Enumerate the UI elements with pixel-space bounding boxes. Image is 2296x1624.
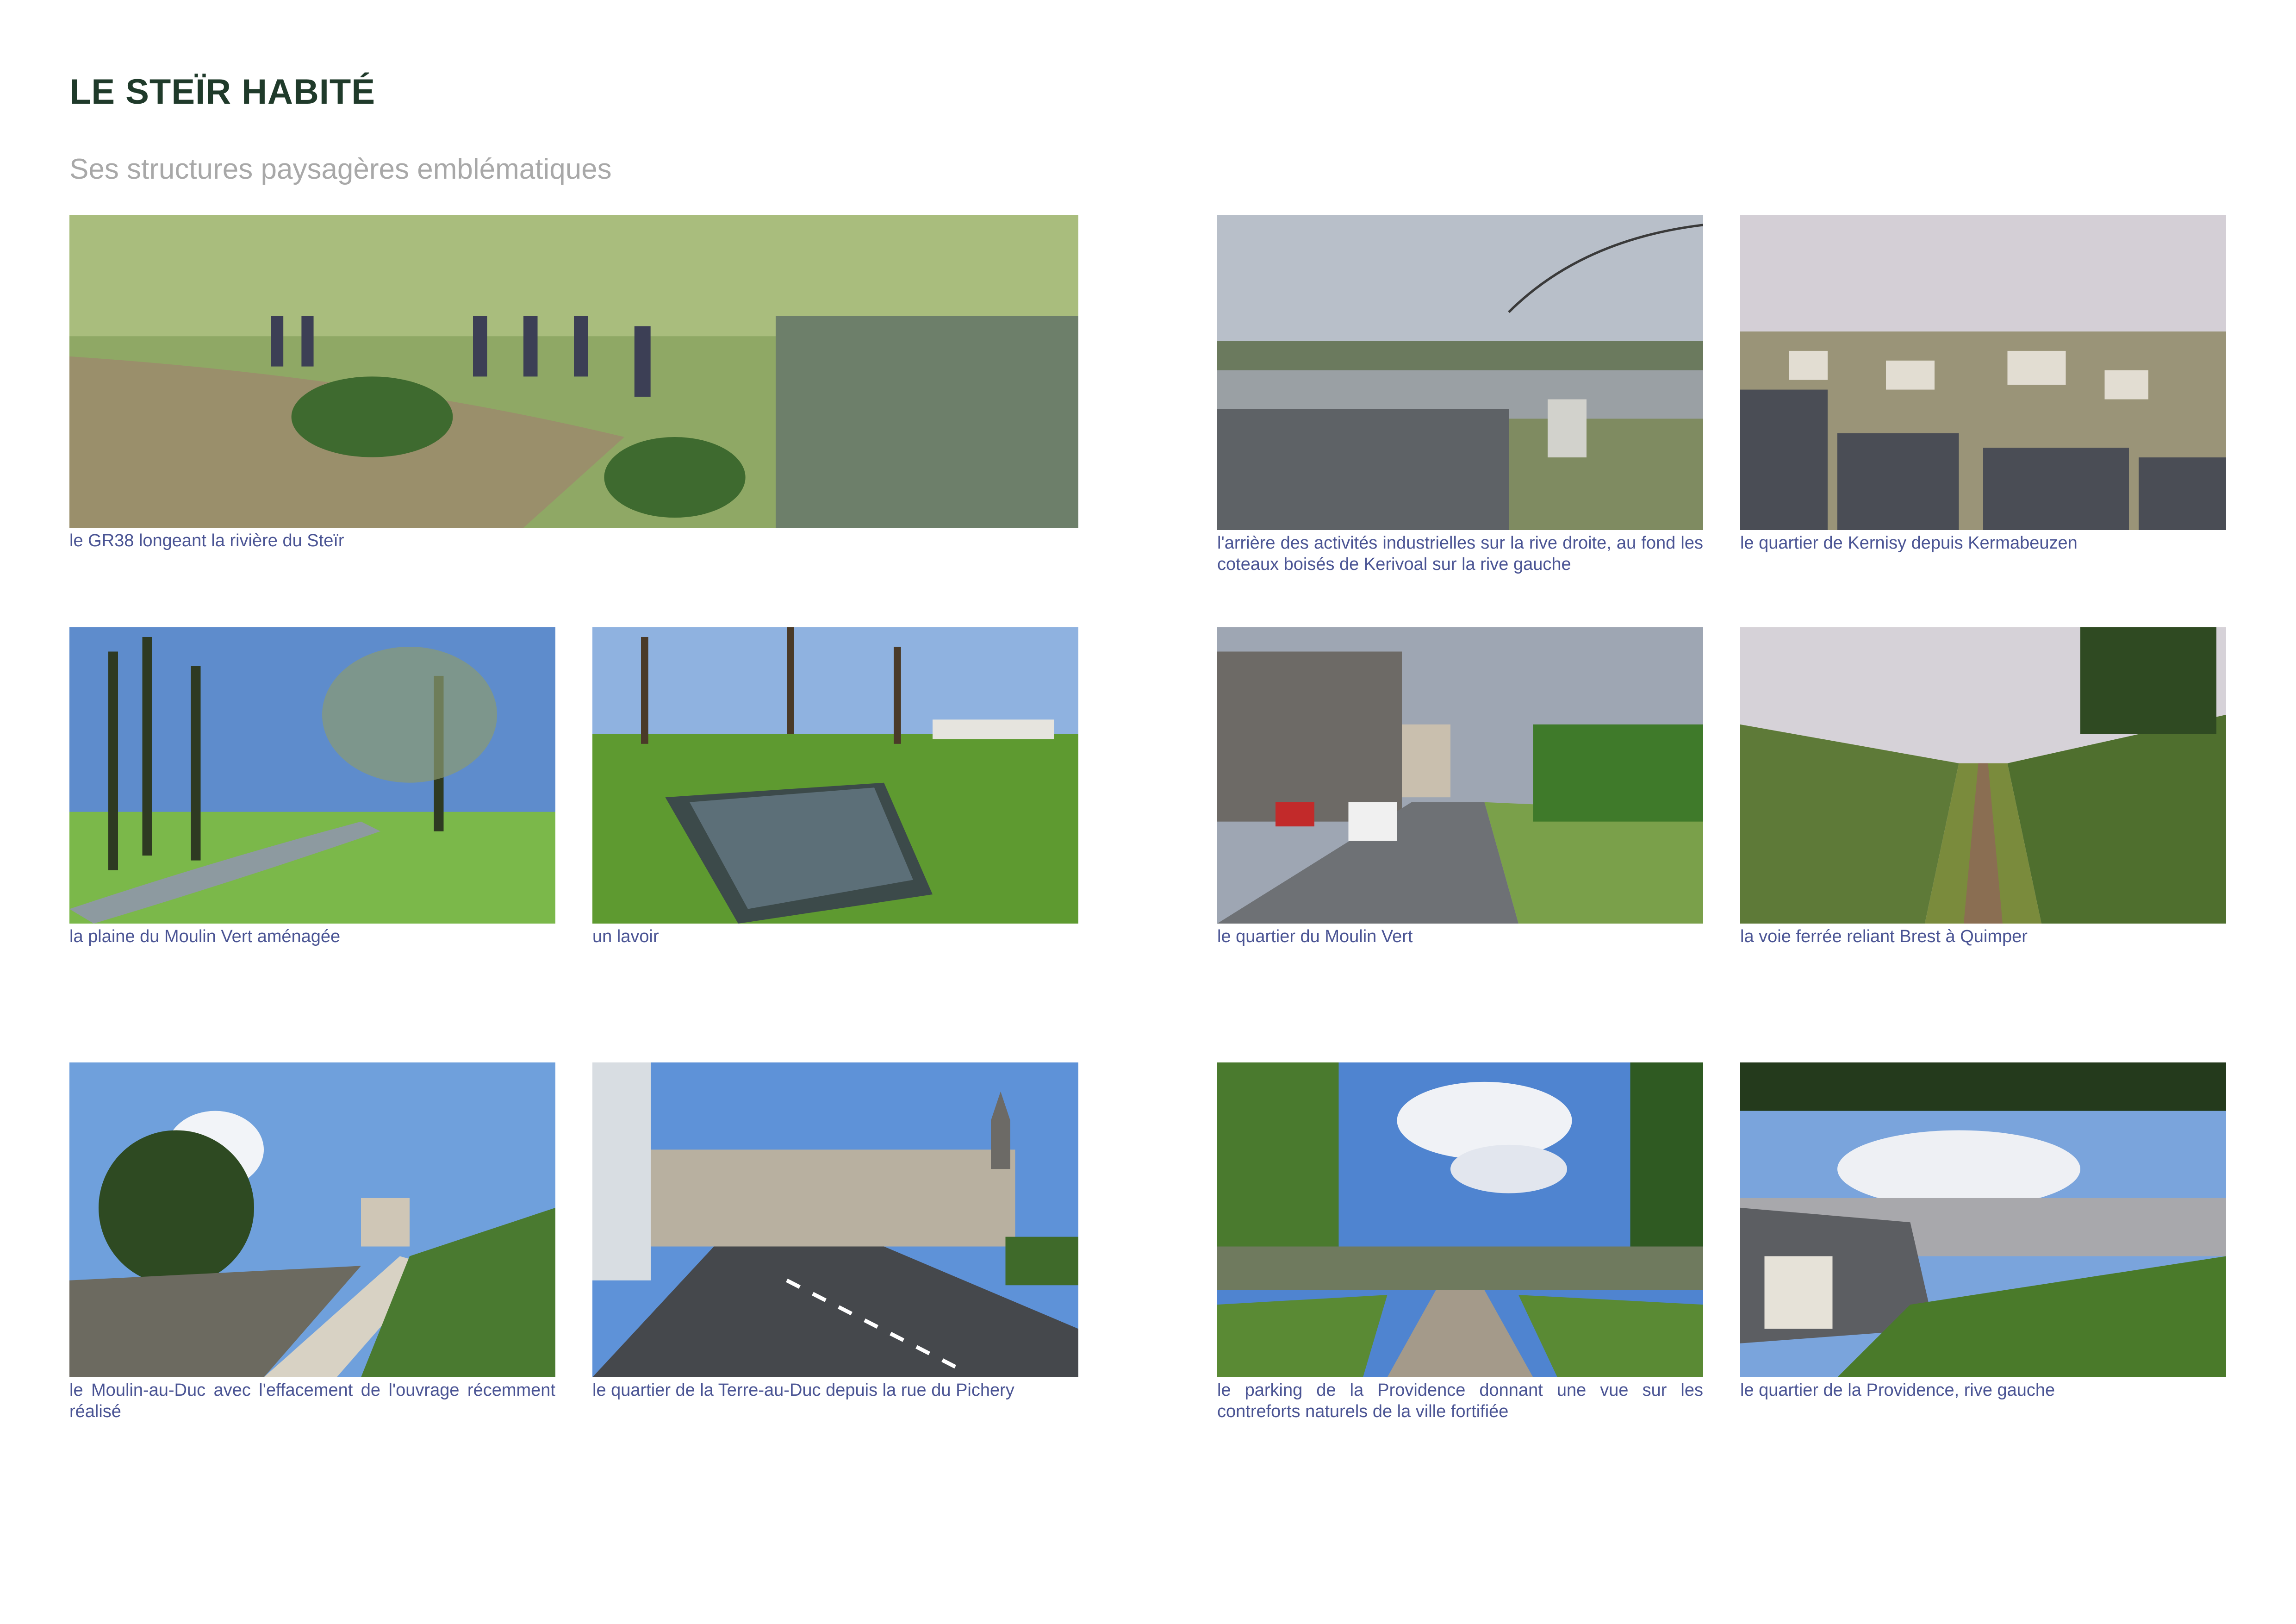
photo-terre-au-duc <box>592 1062 1078 1377</box>
caption-industrial: l'arrière des activités industrielles su… <box>1217 533 1703 574</box>
caption-moulin-au-duc: le Moulin-au-Duc avec l'effacement de l'… <box>69 1380 555 1421</box>
photo-moulin-au-duc <box>69 1062 555 1377</box>
photo-providence <box>1740 1062 2226 1377</box>
photo-gr38 <box>69 215 1078 528</box>
caption-lavoir: un lavoir <box>592 927 659 946</box>
photo-lavoir <box>592 627 1078 924</box>
caption-kernisy: le quartier de Kernisy depuis Kermabeuze… <box>1740 533 2078 553</box>
caption-gr38: le GR38 longeant la rivière du Steïr <box>69 531 344 550</box>
page-subtitle: Ses structures paysagères emblématiques <box>69 153 612 185</box>
caption-providence: le quartier de la Providence, rive gauch… <box>1740 1380 2055 1400</box>
caption-moulin-vert: le quartier du Moulin Vert <box>1217 927 1413 946</box>
caption-parking-providence: le parking de la Providence donnant une … <box>1217 1380 1703 1421</box>
photo-voie-ferree <box>1740 627 2226 924</box>
photo-industrial <box>1217 215 1703 530</box>
caption-plaine: la plaine du Moulin Vert aménagée <box>69 927 341 946</box>
page-title: LE STEÏR HABITÉ <box>69 72 376 112</box>
caption-terre-au-duc: le quartier de la Terre-au-Duc depuis la… <box>592 1380 1014 1400</box>
caption-voie-ferree: la voie ferrée reliant Brest à Quimper <box>1740 927 2028 946</box>
photo-parking-providence <box>1217 1062 1703 1377</box>
photo-plaine <box>69 627 555 924</box>
photo-kernisy <box>1740 215 2226 530</box>
photo-moulin-vert <box>1217 627 1703 924</box>
